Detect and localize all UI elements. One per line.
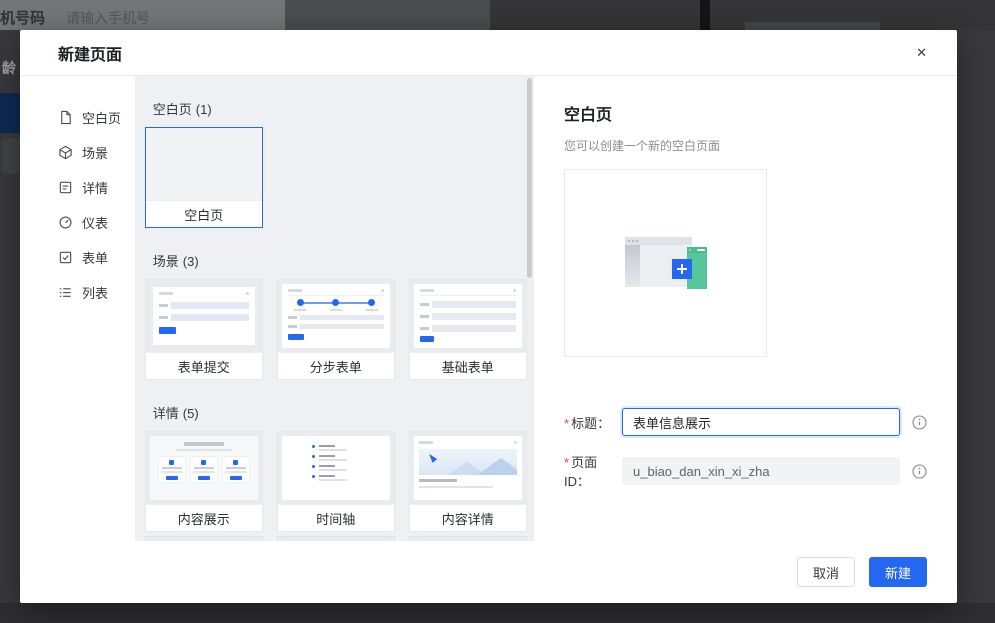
template-card-step-form[interactable]: 分步表单 [276, 279, 395, 380]
template-gallery: 空白页 (1) 空白页 场景 (3) 表单提交 分步表单 基础表单 详情 (5)… [134, 76, 534, 541]
sidebar-item-label: 表单 [82, 251, 109, 266]
template-thumbnail [277, 432, 394, 504]
backdrop-panel [285, 0, 490, 30]
template-preview-image [564, 169, 767, 357]
new-page-dialog: 新建页面 ✕ 空白页 场景 详情 仪表 表单 列表 空白页 (1) 空白页 场景… [20, 30, 957, 603]
backdrop-navy-bar [0, 93, 20, 133]
dialog-body: 空白页 场景 详情 仪表 表单 列表 空白页 (1) 空白页 场景 (3) 表单… [20, 76, 957, 541]
illustration-window-bar [624, 237, 692, 245]
close-icon[interactable]: ✕ [916, 46, 927, 59]
scene-cube-icon [59, 145, 72, 160]
template-card-label: 分步表单 [277, 352, 394, 379]
plus-icon [671, 259, 692, 279]
section-count: (5) [182, 406, 199, 421]
template-card-label: 时间轴 [277, 504, 394, 531]
dialog-header: 新建页面 ✕ [20, 30, 957, 76]
section-count: (1) [195, 102, 212, 117]
title-info-icon[interactable] [912, 414, 927, 430]
page-id-input[interactable] [622, 457, 900, 485]
backdrop-faint-text [745, 22, 880, 30]
template-card-timeline[interactable]: 时间轴 [276, 431, 395, 532]
template-card-content-detail[interactable]: 内容详情 [408, 431, 527, 532]
template-thumbnail [145, 432, 262, 504]
blank-page-icon [61, 110, 71, 125]
sidebar-item-form[interactable]: 表单 [20, 240, 135, 275]
dialog-footer: 取消 新建 [20, 541, 957, 603]
template-card-basic-form[interactable]: 基础表单 [408, 279, 527, 380]
create-button[interactable]: 新建 [868, 557, 927, 587]
required-mark: * [564, 455, 570, 470]
dialog-title: 新建页面 [58, 46, 123, 64]
backdrop-panel-edge [2, 138, 20, 174]
sidebar-item-label: 仪表 [82, 216, 109, 231]
bg-phone-placeholder: 请输入手机号 [66, 10, 150, 26]
template-thumbnail [409, 280, 526, 352]
bg-age-label: 龄 [2, 60, 16, 76]
sidebar-item-label: 详情 [82, 181, 109, 196]
form-check-icon [59, 251, 72, 264]
category-sidebar: 空白页 场景 详情 仪表 表单 列表 [20, 76, 135, 541]
section-title-scene: 场景 (3) [152, 254, 199, 269]
sidebar-item-label: 空白页 [82, 111, 122, 126]
clipped-next-row [144, 536, 534, 541]
template-card-blank[interactable]: 空白页 [144, 127, 263, 228]
template-card-form-submit[interactable]: 表单提交 [144, 279, 263, 380]
template-thumbnail [145, 280, 262, 352]
sidebar-item-label: 列表 [82, 286, 109, 301]
section-title-detail: 详情 (5) [152, 406, 199, 421]
sidebar-item-blank[interactable]: 空白页 [20, 100, 135, 135]
sidebar-item-scene[interactable]: 场景 [20, 135, 135, 170]
dashboard-gauge-icon [59, 216, 72, 229]
template-thumbnail [409, 432, 526, 504]
template-card-label: 表单提交 [145, 352, 262, 379]
template-card-label: 内容展示 [145, 504, 262, 531]
blank-page-illustration [624, 237, 707, 289]
detail-description: 您可以创建一个新的空白页面 [564, 139, 721, 153]
template-card-content-display[interactable]: 内容展示 [144, 431, 263, 532]
backdrop-bottom-strip [0, 603, 995, 623]
bg-phone-label: 机号码 [0, 10, 46, 27]
template-detail-panel: 空白页 您可以创建一个新的空白页面 * 标题： 表单信息展示 * 页面ID： u… [534, 76, 957, 541]
backdrop-top-bar: 机号码 请输入手机号 [0, 0, 995, 30]
sidebar-item-label: 场景 [82, 146, 109, 161]
title-field-label: * 标题： [564, 415, 611, 431]
detail-doc-icon [59, 181, 72, 194]
section-count: (3) [182, 254, 199, 269]
page-id-field-label: * 页面ID： [564, 455, 598, 489]
cancel-button[interactable]: 取消 [796, 557, 855, 587]
list-lines-icon [59, 288, 71, 297]
sidebar-item-list[interactable]: 列表 [20, 275, 135, 310]
template-card-label: 空白页 [145, 200, 262, 227]
backdrop-left-strip: 龄 [0, 30, 20, 603]
page-id-field-row: * 页面ID： [564, 452, 927, 490]
detail-title: 空白页 [564, 107, 613, 124]
backdrop-divider [700, 0, 710, 30]
backdrop-panel-right [490, 0, 995, 30]
title-input[interactable] [622, 408, 900, 436]
template-thumbnail [145, 128, 262, 200]
sidebar-item-dashboard[interactable]: 仪表 [20, 205, 135, 240]
section-title-blank: 空白页 (1) [152, 102, 212, 117]
template-card-label: 基础表单 [409, 352, 526, 379]
gallery-scrollbar[interactable] [527, 78, 532, 278]
template-thumbnail [277, 280, 394, 352]
title-field-row: * 标题： [564, 408, 927, 436]
page-id-info-icon[interactable] [912, 463, 927, 479]
required-mark: * [564, 415, 570, 431]
illustration-window-sidebar [624, 245, 640, 287]
template-card-label: 内容详情 [409, 504, 526, 531]
sidebar-item-detail[interactable]: 详情 [20, 170, 135, 205]
